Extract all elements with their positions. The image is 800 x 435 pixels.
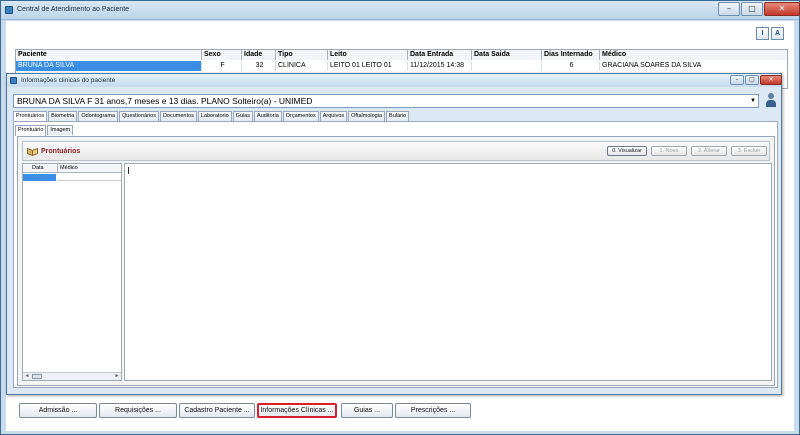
main-window: Central de Atendimento ao Paciente – □ ✕… bbox=[0, 0, 800, 435]
excluir-button[interactable]: 3. Excluir bbox=[731, 146, 767, 156]
scroll-thumb[interactable] bbox=[32, 374, 42, 379]
guias-button[interactable]: Guias ... bbox=[341, 403, 393, 418]
prontuario-text-area[interactable] bbox=[124, 163, 772, 381]
tab-odontograma[interactable]: Odontograma bbox=[78, 111, 119, 121]
chevron-down-icon[interactable]: ▼ bbox=[750, 96, 756, 106]
app-icon bbox=[5, 6, 13, 14]
list-item[interactable] bbox=[23, 174, 56, 181]
tab-auditoria[interactable]: Auditoria bbox=[254, 111, 282, 121]
scroll-right-icon[interactable]: ► bbox=[113, 373, 121, 380]
inner-maximize-button[interactable]: □ bbox=[745, 75, 759, 85]
cell-tipo: CLÍNICA bbox=[276, 61, 328, 71]
main-window-titlebar[interactable]: Central de Atendimento ao Paciente – □ ✕ bbox=[1, 1, 800, 20]
tab-oftalmologia[interactable]: Oftalmologia bbox=[348, 111, 386, 121]
tab-imagem[interactable]: Imagem bbox=[47, 125, 74, 135]
maximize-button[interactable]: □ bbox=[741, 2, 763, 16]
cell-sexo: F bbox=[202, 61, 242, 71]
patient-summary: BRUNA DA SILVA F 31 anos,7 meses e 13 di… bbox=[17, 96, 313, 106]
tab-questionarios[interactable]: Questionários bbox=[119, 111, 159, 121]
novo-button[interactable]: 1. Novo bbox=[651, 146, 687, 156]
column-header-data-saida[interactable]: Data Saida bbox=[472, 50, 542, 60]
horizontal-scrollbar[interactable]: ◄ ► bbox=[23, 372, 121, 380]
tab-laboratorio[interactable]: Laboratorio bbox=[197, 111, 232, 121]
cell-paciente: BRUNA DA SILVA bbox=[16, 61, 202, 71]
visualizar-button[interactable]: 0. Visualizar bbox=[607, 146, 647, 156]
toolbar-a-button[interactable]: A bbox=[771, 27, 784, 40]
patient-select[interactable]: BRUNA DA SILVA F 31 anos,7 meses e 13 di… bbox=[13, 94, 759, 108]
admissao-button[interactable]: Admissão ... bbox=[19, 403, 97, 418]
cell-data-saida bbox=[472, 61, 542, 71]
book-icon bbox=[27, 147, 38, 157]
alterar-button[interactable]: 2. Alterar bbox=[691, 146, 727, 156]
column-header-data-entrada[interactable]: Data Entrada bbox=[408, 50, 472, 60]
cell-medico: GRACIANA SOARES DA SILVA bbox=[602, 62, 702, 69]
minimize-button[interactable]: – bbox=[718, 2, 740, 16]
list-header: Data Médico bbox=[23, 164, 121, 173]
tab-biometria[interactable]: Biometria bbox=[48, 111, 78, 121]
clinical-info-titlebar[interactable]: Informações clinicas do paciente – □ ✕ bbox=[7, 74, 782, 87]
patients-grid-header: Paciente Sexo Idade Tipo Leito Data Entr… bbox=[16, 50, 787, 60]
section-title: Prontuários bbox=[41, 148, 81, 155]
main-window-controls: – □ ✕ bbox=[717, 2, 800, 16]
column-header-medico[interactable]: Médico bbox=[600, 50, 787, 60]
column-header-list-medico[interactable]: Médico bbox=[57, 164, 78, 173]
tab-bulario[interactable]: Bulário bbox=[386, 111, 410, 121]
sub-tabs: Prontuário Imagem bbox=[15, 125, 74, 136]
cell-leito: LEITO 01 LEITO 01 bbox=[328, 61, 408, 71]
informacoes-clinicas-button[interactable]: Informações Clínicas ... bbox=[257, 403, 337, 418]
column-header-paciente[interactable]: Paciente bbox=[16, 50, 202, 60]
list-item-medico-cell bbox=[57, 174, 121, 181]
clinical-info-controls: – □ ✕ bbox=[729, 75, 782, 85]
cadastro-paciente-button[interactable]: Cadastro Paciente ... bbox=[179, 403, 255, 418]
inner-close-button[interactable]: ✕ bbox=[760, 75, 782, 85]
column-header-idade[interactable]: Idade bbox=[242, 50, 276, 60]
toolbar-i-button[interactable]: I bbox=[756, 27, 769, 40]
cell-idade: 32 bbox=[242, 61, 276, 71]
clinical-info-title: Informações clinicas do paciente bbox=[21, 77, 116, 84]
column-header-leito[interactable]: Leito bbox=[328, 50, 408, 60]
cell-data-entrada: 11/12/2015 14:38 bbox=[408, 61, 472, 71]
column-header-sexo[interactable]: Sexo bbox=[202, 50, 242, 60]
column-header-dias-internado[interactable]: Dias Internado bbox=[542, 50, 600, 60]
column-header-tipo[interactable]: Tipo bbox=[276, 50, 328, 60]
prontuarios-header: Prontuários 0. Visualizar 1. Novo 2. Alt… bbox=[22, 141, 770, 161]
cell-dias-internado: 6 bbox=[542, 61, 600, 71]
window-icon bbox=[10, 77, 17, 84]
prontuarios-list: Data Médico ◄ ► bbox=[22, 163, 122, 381]
prescricoes-button[interactable]: Prescrições ... bbox=[395, 403, 471, 418]
tab-prontuario[interactable]: Prontuário bbox=[15, 125, 47, 136]
close-button[interactable]: ✕ bbox=[764, 2, 800, 16]
column-header-data[interactable]: Data bbox=[32, 164, 44, 173]
user-icon[interactable] bbox=[765, 93, 777, 109]
main-window-title: Central de Atendimento ao Paciente bbox=[17, 6, 130, 13]
clinical-info-window: Informações clinicas do paciente – □ ✕ B… bbox=[6, 73, 782, 395]
tab-documentos[interactable]: Documentos bbox=[159, 111, 197, 121]
tab-orcamentos[interactable]: Orçamentos bbox=[282, 111, 319, 121]
tab-guias[interactable]: Guias bbox=[232, 111, 254, 121]
requisicoes-button[interactable]: Requisições ... bbox=[99, 403, 177, 418]
tab-arquivos[interactable]: Arquivos bbox=[319, 111, 348, 121]
text-caret bbox=[128, 167, 129, 174]
table-row[interactable]: BRUNA DA SILVA F 32 CLÍNICA LEITO 01 LEI… bbox=[16, 61, 787, 71]
scroll-left-icon[interactable]: ◄ bbox=[23, 373, 31, 380]
prontuario-sub-panel: Prontuários 0. Visualizar 1. Novo 2. Alt… bbox=[17, 136, 775, 386]
inner-minimize-button[interactable]: – bbox=[730, 75, 744, 85]
